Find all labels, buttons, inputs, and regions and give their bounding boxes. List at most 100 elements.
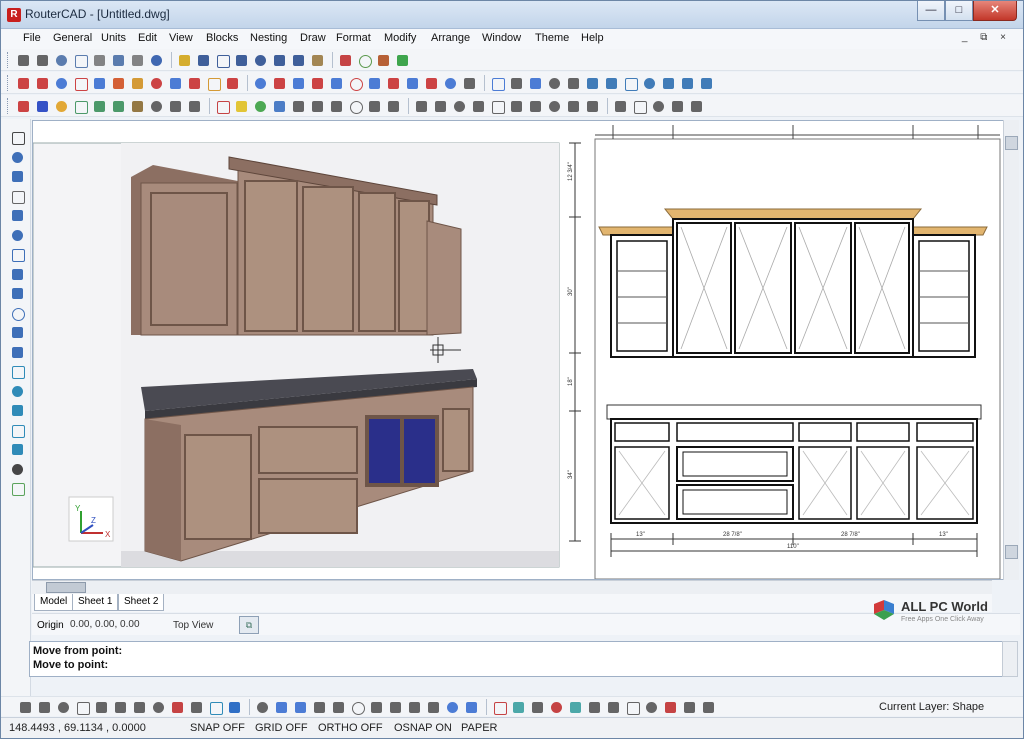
cabinet-tool-icon[interactable] [546, 98, 563, 115]
modify-tool-icon[interactable] [584, 75, 601, 92]
command-scrollbar[interactable] [1002, 641, 1018, 677]
modify-tool-icon[interactable] [290, 75, 307, 92]
draw-tool-icon[interactable] [9, 168, 26, 185]
modify-tool-icon[interactable] [91, 75, 108, 92]
cabinet-tool-icon[interactable] [385, 98, 402, 115]
3d-tool-icon[interactable] [292, 699, 309, 716]
3d-tool-icon[interactable] [463, 699, 480, 716]
minimize-button[interactable]: — [917, 1, 945, 21]
draw-tool-icon[interactable] [9, 188, 26, 205]
cabinet-tool-icon[interactable] [508, 98, 525, 115]
modify-tool-icon[interactable] [167, 75, 184, 92]
cabinet-tool-icon[interactable] [565, 98, 582, 115]
standard-tool-icon[interactable] [148, 52, 165, 69]
cabinet-tool-icon[interactable] [290, 98, 307, 115]
modify-tool-icon[interactable] [698, 75, 715, 92]
cabinet-tool-icon[interactable] [631, 98, 648, 115]
standard-tool-icon[interactable] [53, 52, 70, 69]
ortho-toggle[interactable]: ORTHO OFF [318, 722, 383, 734]
cabinet-tool-icon[interactable] [527, 98, 544, 115]
snap-toggle[interactable]: SNAP OFF [190, 722, 245, 734]
3d-tool-icon[interactable] [330, 699, 347, 716]
menu-arrange[interactable]: Arrange [431, 32, 470, 44]
cabinet-tool-icon[interactable] [252, 98, 269, 115]
drawing-canvas[interactable]: X Y Z 12 3/4" 30" 18" 34" 13" 28 7/8" 28… [32, 120, 1018, 580]
standard-tool-icon[interactable] [176, 52, 193, 69]
modify-tool-icon[interactable] [527, 75, 544, 92]
standard-tool-icon[interactable] [110, 52, 127, 69]
menu-help[interactable]: Help [581, 32, 604, 44]
standard-tool-icon[interactable] [34, 52, 51, 69]
modify-tool-icon[interactable] [309, 75, 326, 92]
draw-tool-icon[interactable] [9, 363, 26, 380]
3d-tool-icon[interactable] [548, 699, 565, 716]
cabinet-tool-icon[interactable] [432, 98, 449, 115]
cabinet-tool-icon[interactable] [612, 98, 629, 115]
standard-tool-icon[interactable] [394, 52, 411, 69]
modify-tool-icon[interactable] [186, 75, 203, 92]
modify-tool-icon[interactable] [53, 75, 70, 92]
menu-draw[interactable]: Draw [300, 32, 326, 44]
draw-tool-icon[interactable] [9, 402, 26, 419]
cabinet-tool-icon[interactable] [167, 98, 184, 115]
standard-tool-icon[interactable] [337, 52, 354, 69]
cabinet-tool-icon[interactable] [489, 98, 506, 115]
vertical-scrollbar[interactable] [1003, 120, 1019, 580]
standard-tool-icon[interactable] [91, 52, 108, 69]
menu-edit[interactable]: Edit [138, 32, 157, 44]
3d-tool-icon[interactable] [226, 699, 243, 716]
draw-tool-icon[interactable] [9, 285, 26, 302]
draw-tool-icon[interactable] [9, 324, 26, 341]
cabinet-tool-icon[interactable] [15, 98, 32, 115]
draw-tool-icon[interactable] [9, 149, 26, 166]
3d-tool-icon[interactable] [491, 699, 508, 716]
3d-tool-icon[interactable] [444, 699, 461, 716]
modify-tool-icon[interactable] [404, 75, 421, 92]
3d-tool-icon[interactable] [254, 699, 271, 716]
modify-tool-icon[interactable] [423, 75, 440, 92]
grid-toggle[interactable]: GRID OFF [255, 722, 308, 734]
3d-tool-icon[interactable] [425, 699, 442, 716]
standard-tool-icon[interactable] [309, 52, 326, 69]
tab-sheet-2[interactable]: Sheet 2 [118, 594, 165, 611]
close-button[interactable]: ✕ [973, 1, 1017, 21]
modify-tool-icon[interactable] [110, 75, 127, 92]
current-layer[interactable]: Current Layer: Shape [879, 701, 984, 713]
menu-view[interactable]: View [169, 32, 193, 44]
cabinet-tool-icon[interactable] [347, 98, 364, 115]
modify-tool-icon[interactable] [347, 75, 364, 92]
3d-tool-icon[interactable] [406, 699, 423, 716]
modify-tool-icon[interactable] [252, 75, 269, 92]
modify-tool-icon[interactable] [461, 75, 478, 92]
standard-tool-icon[interactable] [356, 52, 373, 69]
cabinet-tool-icon[interactable] [470, 98, 487, 115]
standard-tool-icon[interactable] [129, 52, 146, 69]
3d-tool-icon[interactable] [586, 699, 603, 716]
menu-general[interactable]: General [53, 32, 92, 44]
modify-tool-icon[interactable] [508, 75, 525, 92]
3d-tool-icon[interactable] [510, 699, 527, 716]
standard-tool-icon[interactable] [375, 52, 392, 69]
draw-tool-icon[interactable] [9, 344, 26, 361]
cabinet-tool-icon[interactable] [72, 98, 89, 115]
draw-tool-icon[interactable] [9, 480, 26, 497]
standard-tool-icon[interactable] [195, 52, 212, 69]
cabinet-tool-icon[interactable] [110, 98, 127, 115]
menu-units[interactable]: Units [101, 32, 126, 44]
cabinet-tool-icon[interactable] [451, 98, 468, 115]
3d-tool-icon[interactable] [207, 699, 224, 716]
standard-tool-icon[interactable] [214, 52, 231, 69]
cabinet-tool-icon[interactable] [366, 98, 383, 115]
command-history[interactable]: Move from point: Move to point: [29, 641, 1003, 677]
cabinet-tool-icon[interactable] [413, 98, 430, 115]
modify-tool-icon[interactable] [489, 75, 506, 92]
3d-tool-icon[interactable] [150, 699, 167, 716]
cabinet-tool-icon[interactable] [688, 98, 705, 115]
menu-format[interactable]: Format [336, 32, 371, 44]
3d-tool-icon[interactable] [17, 699, 34, 716]
modify-tool-icon[interactable] [271, 75, 288, 92]
modify-tool-icon[interactable] [641, 75, 658, 92]
menu-window[interactable]: Window [482, 32, 521, 44]
3d-tool-icon[interactable] [605, 699, 622, 716]
standard-tool-icon[interactable] [72, 52, 89, 69]
